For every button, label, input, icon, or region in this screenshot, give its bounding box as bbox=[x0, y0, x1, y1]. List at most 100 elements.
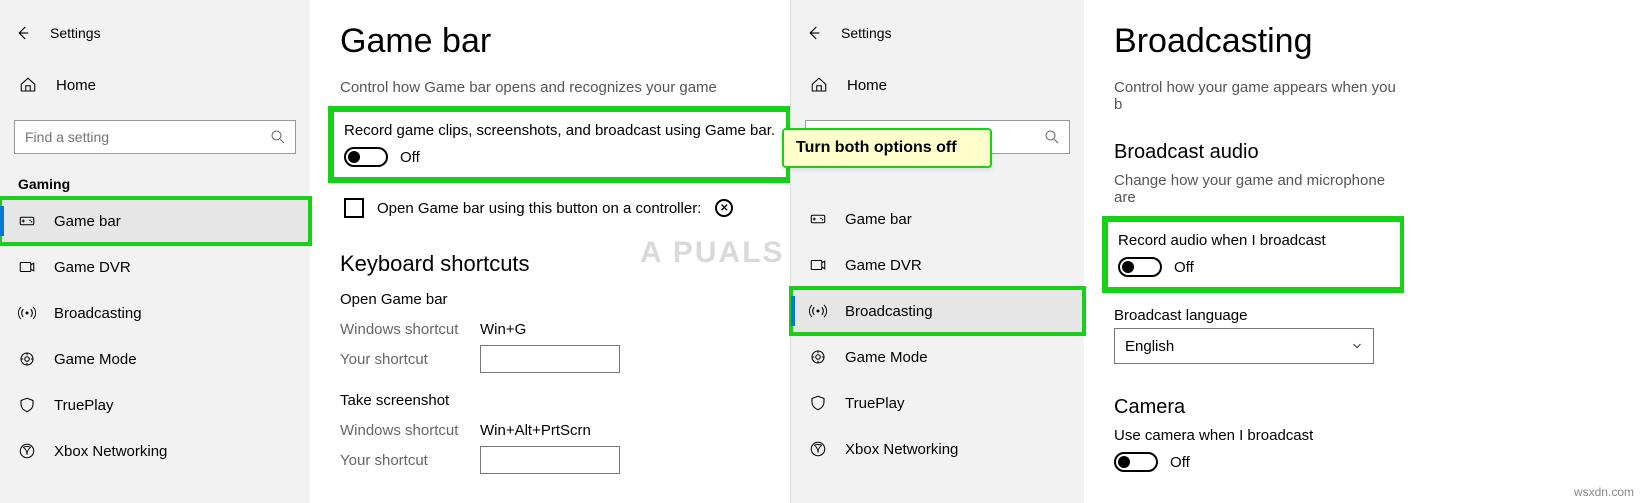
window-header: Settings bbox=[0, 10, 310, 56]
chevron-down-icon bbox=[1351, 340, 1363, 352]
sidebar-item-label: Game bar bbox=[54, 213, 121, 230]
home-link[interactable]: Home bbox=[0, 62, 310, 108]
open-gamebar-win-row: Windows shortcut Win+G bbox=[340, 314, 790, 344]
sidebar-item-label: Broadcasting bbox=[54, 305, 142, 322]
controller-open-row: Open Game bar using this button on a con… bbox=[340, 195, 790, 221]
sidebar-item-game-dvr[interactable]: Game DVR bbox=[0, 244, 310, 290]
screenshot-your-label: Your shortcut bbox=[340, 452, 480, 469]
open-gamebar-your-label: Your shortcut bbox=[340, 351, 480, 368]
screenshot-win-value: Win+Alt+PrtScrn bbox=[480, 422, 591, 439]
search-icon bbox=[269, 128, 287, 146]
record-gamebar-toggle-row: Off bbox=[344, 147, 776, 167]
sidebar-item-xbox-networking[interactable]: Xbox Networking bbox=[0, 428, 310, 474]
sidebar-item-trueplay[interactable]: TruePlay bbox=[791, 380, 1084, 426]
record-audio-toggle-row: Off bbox=[1118, 257, 1390, 277]
sidebar-item-label: Xbox Networking bbox=[845, 441, 958, 458]
page-description: Control how Game bar opens and recognize… bbox=[340, 79, 790, 96]
gamemode-icon bbox=[18, 350, 36, 368]
xbox-button-icon: ✕ bbox=[715, 199, 733, 217]
broadcast-icon bbox=[18, 304, 36, 322]
record-audio-setting: Record audio when I broadcast Off bbox=[1104, 218, 1404, 291]
gamemode-icon bbox=[809, 348, 827, 366]
record-gamebar-toggle[interactable] bbox=[344, 147, 388, 167]
sidebar-item-label: Game Mode bbox=[845, 349, 928, 366]
sidebar-item-label: Game Mode bbox=[54, 351, 137, 368]
window-header: Settings bbox=[791, 10, 1084, 56]
screenshot-your-row: Your shortcut bbox=[340, 445, 790, 475]
sidebar-item-broadcasting[interactable]: Broadcasting bbox=[791, 288, 1084, 334]
broadcast-language-select[interactable]: English bbox=[1114, 328, 1374, 364]
dvr-icon bbox=[18, 258, 36, 276]
controller-open-label: Open Game bar using this button on a con… bbox=[377, 200, 701, 217]
xbox-icon bbox=[809, 440, 827, 458]
gamebar-icon bbox=[18, 212, 36, 230]
record-gamebar-state: Off bbox=[400, 149, 420, 166]
sidebar-item-game-dvr[interactable]: Game DVR bbox=[791, 242, 1084, 288]
broadcast-icon bbox=[809, 302, 827, 320]
nav-section-title: Gaming bbox=[0, 168, 310, 198]
sidebar-item-label: Game DVR bbox=[845, 257, 922, 274]
dvr-icon bbox=[809, 256, 827, 274]
home-link[interactable]: Home bbox=[791, 62, 1084, 108]
broadcast-audio-title: Broadcast audio bbox=[1114, 141, 1404, 164]
broadcast-language-label: Broadcast language bbox=[1114, 307, 1404, 324]
home-icon bbox=[18, 75, 38, 95]
sidebar-item-label: Broadcasting bbox=[845, 303, 933, 320]
record-gamebar-setting: Record game clips, screenshots, and broa… bbox=[330, 108, 790, 181]
shortcuts-title: Keyboard shortcuts bbox=[340, 251, 790, 277]
home-label: Home bbox=[56, 77, 96, 94]
screenshot-win-label: Windows shortcut bbox=[340, 422, 480, 439]
sidebar-item-label: TruePlay bbox=[845, 395, 904, 412]
screenshot-win-row: Windows shortcut Win+Alt+PrtScrn bbox=[340, 415, 790, 445]
search-icon bbox=[1043, 128, 1061, 146]
home-label: Home bbox=[847, 77, 887, 94]
home-icon bbox=[809, 75, 829, 95]
content-left: Game bar Control how Game bar opens and … bbox=[310, 0, 790, 503]
sidebar-item-xbox-networking[interactable]: Xbox Networking bbox=[791, 426, 1084, 472]
open-gamebar-your-input[interactable] bbox=[480, 345, 620, 373]
broadcast-language-value: English bbox=[1125, 338, 1174, 355]
controller-open-checkbox[interactable] bbox=[344, 198, 364, 218]
record-audio-toggle[interactable] bbox=[1118, 257, 1162, 277]
camera-title: Camera bbox=[1114, 396, 1404, 419]
attribution-text: wsxdn.com bbox=[1574, 485, 1634, 499]
record-gamebar-label: Record game clips, screenshots, and broa… bbox=[344, 122, 776, 139]
sidebar-item-label: Game DVR bbox=[54, 259, 131, 276]
sidebar-item-game-bar[interactable]: Game bar bbox=[791, 196, 1084, 242]
back-button[interactable] bbox=[0, 10, 46, 56]
sidebar-item-label: Game bar bbox=[845, 211, 912, 228]
sidebar-right: Settings Home Game bar Game DVR Broadcasti… bbox=[791, 0, 1084, 503]
search-input[interactable] bbox=[15, 121, 295, 153]
open-gamebar-win-label: Windows shortcut bbox=[340, 321, 480, 338]
sidebar-left: Settings Home Gaming Game bar Game DVR Bro… bbox=[0, 0, 310, 503]
back-arrow-icon bbox=[805, 24, 823, 42]
use-camera-toggle-row: Off bbox=[1114, 452, 1404, 472]
open-gamebar-your-row: Your shortcut bbox=[340, 344, 790, 374]
back-arrow-icon bbox=[14, 24, 32, 42]
sidebar-item-game-mode[interactable]: Game Mode bbox=[0, 336, 310, 382]
open-gamebar-win-value: Win+G bbox=[480, 321, 526, 338]
sidebar-item-game-bar[interactable]: Game bar bbox=[0, 198, 310, 244]
sidebar-item-game-mode[interactable]: Game Mode bbox=[791, 334, 1084, 380]
page-title: Game bar bbox=[340, 22, 790, 61]
gamebar-icon bbox=[809, 210, 827, 228]
screenshot-heading: Take screenshot bbox=[340, 392, 790, 409]
content-right: Broadcasting Control how your game appea… bbox=[1084, 0, 1404, 503]
sidebar-item-label: Xbox Networking bbox=[54, 443, 167, 460]
back-button[interactable] bbox=[791, 10, 837, 56]
trueplay-icon bbox=[809, 394, 827, 412]
sidebar-item-broadcasting[interactable]: Broadcasting bbox=[0, 290, 310, 336]
find-setting-search[interactable] bbox=[14, 120, 296, 154]
screenshot-your-input[interactable] bbox=[480, 446, 620, 474]
window-title: Settings bbox=[841, 25, 892, 41]
xbox-icon bbox=[18, 442, 36, 460]
tutorial-callout: Turn both options off bbox=[782, 128, 992, 168]
use-camera-label: Use camera when I broadcast bbox=[1114, 427, 1404, 444]
use-camera-toggle[interactable] bbox=[1114, 452, 1158, 472]
sidebar-item-trueplay[interactable]: TruePlay bbox=[0, 382, 310, 428]
broadcast-audio-sub: Change how your game and microphone are bbox=[1114, 172, 1404, 206]
sidebar-item-label: TruePlay bbox=[54, 397, 113, 414]
record-audio-label: Record audio when I broadcast bbox=[1118, 232, 1390, 249]
trueplay-icon bbox=[18, 396, 36, 414]
settings-pane-left: Settings Home Gaming Game bar Game DVR Bro… bbox=[0, 0, 790, 503]
